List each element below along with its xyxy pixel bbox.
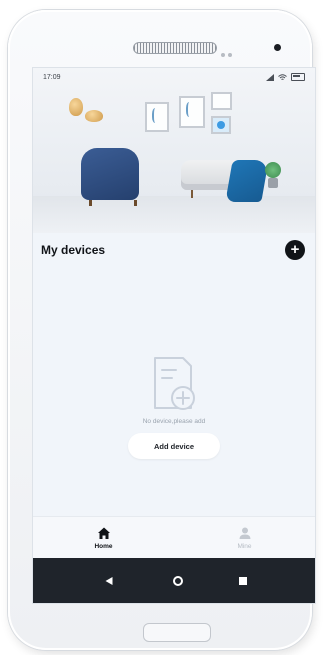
signal-icon xyxy=(266,73,274,81)
my-devices-header: My devices + xyxy=(33,236,315,264)
hardware-home-button[interactable] xyxy=(143,623,211,642)
pendant-lamp xyxy=(69,98,83,116)
status-bar: 17:09 xyxy=(33,68,315,86)
empty-state: No device,please add Add device xyxy=(33,356,315,459)
potted-plant xyxy=(265,162,281,190)
wifi-icon xyxy=(278,73,287,80)
earpiece-speaker xyxy=(133,42,217,54)
status-time: 17:09 xyxy=(43,73,61,81)
front-camera xyxy=(274,44,281,51)
back-triangle-icon[interactable] xyxy=(101,576,117,586)
empty-message: No device,please add xyxy=(142,418,206,425)
armchair xyxy=(81,148,139,206)
tab-home-label: Home xyxy=(94,543,113,550)
app-screen: 17:09 My devices + No device,please add … xyxy=(32,67,316,604)
wall-picture-frame xyxy=(145,102,169,132)
recents-square-icon[interactable] xyxy=(239,576,247,585)
android-nav-bar xyxy=(33,558,315,603)
plant-leaves xyxy=(265,162,281,178)
wall-picture-frame xyxy=(211,116,231,134)
tab-mine[interactable]: Mine xyxy=(174,517,315,559)
plant-pot xyxy=(268,178,278,188)
bottom-tab-bar: Home Mine xyxy=(33,516,315,559)
add-device-button[interactable]: Add device xyxy=(128,433,220,459)
pendant-lamp xyxy=(85,110,103,122)
proximity-sensors xyxy=(221,44,235,62)
home-icon xyxy=(97,527,110,539)
wall-picture-frame xyxy=(211,92,232,110)
tab-home[interactable]: Home xyxy=(33,517,174,559)
empty-document-add-icon xyxy=(154,357,195,410)
status-icons xyxy=(266,73,305,81)
battery-icon xyxy=(291,73,305,81)
floor xyxy=(33,196,315,233)
living-room-illustration xyxy=(33,68,315,233)
screenshot-canvas: 17:09 My devices + No device,please add … xyxy=(0,0,326,655)
tab-mine-label: Mine xyxy=(237,543,252,550)
person-icon xyxy=(239,527,250,539)
wall-picture-frame xyxy=(179,96,205,128)
add-device-plus-button[interactable]: + xyxy=(285,240,305,260)
blanket xyxy=(225,160,269,202)
home-circle-icon[interactable] xyxy=(173,575,183,586)
section-title: My devices xyxy=(41,243,106,257)
phone-frame: 17:09 My devices + No device,please add … xyxy=(8,10,316,650)
